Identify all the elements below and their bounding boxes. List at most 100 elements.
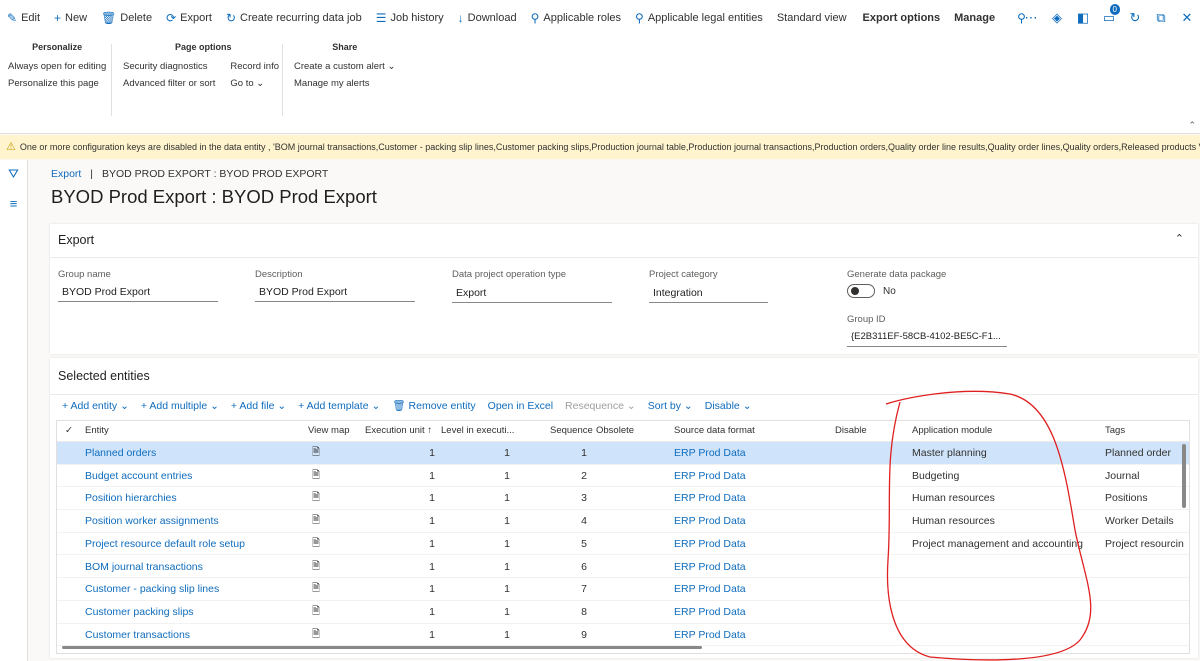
- source-format-link[interactable]: ERP Prod Data: [674, 487, 824, 509]
- open-in-excel-button[interactable]: Open in Excel: [488, 400, 553, 412]
- description-field[interactable]: BYOD Prod Export: [255, 284, 415, 302]
- source-format-link[interactable]: ERP Prod Data: [674, 578, 824, 600]
- remove-entity-button[interactable]: 🗑 Remove entity: [392, 399, 475, 412]
- table-row[interactable]: Customer packing slips 1 1 8 ERP Prod Data 🗎: [57, 601, 1189, 624]
- add-file-button[interactable]: + Add file ⌄: [231, 400, 286, 412]
- view-map-icon[interactable]: 🗎: [310, 533, 322, 555]
- table-row[interactable]: Position worker assignments 1 1 4 ERP Prod D…: [57, 510, 1189, 533]
- new-button[interactable]: + New: [47, 4, 94, 32]
- source-format-link[interactable]: ERP Prod Data: [674, 624, 824, 646]
- entity-cell[interactable]: Project resource default role setup: [85, 533, 305, 555]
- col-header-level[interactable]: Level in executi...: [441, 421, 514, 441]
- view-map-icon[interactable]: 🗎: [310, 624, 322, 646]
- applicable-legal-entities-button[interactable]: ⚲ Applicable legal entities: [628, 4, 770, 32]
- job-history-button[interactable]: ☰ Job history: [369, 4, 451, 32]
- entity-cell[interactable]: Customer transactions: [85, 624, 305, 646]
- group-id-field[interactable]: {E2B311EF-58CB-4102-BE5C-F1...: [847, 329, 1007, 347]
- filter-icon[interactable]: ⛛: [0, 166, 27, 190]
- table-row[interactable]: BOM journal transactions 1 1 6 ERP Prod Data…: [57, 556, 1189, 579]
- manage-alerts-button[interactable]: Manage my alerts: [294, 75, 395, 92]
- table-row[interactable]: Planned orders 1 1 1 ERP Prod Data Master pla…: [57, 442, 1189, 465]
- sort-by-button[interactable]: Sort by ⌄: [648, 400, 693, 412]
- col-header-application-module[interactable]: Application module: [912, 421, 992, 441]
- project-category-field[interactable]: Integration: [649, 285, 768, 303]
- view-map-icon[interactable]: 🗎: [310, 510, 322, 532]
- advanced-filter-button[interactable]: Advanced filter or sort: [123, 75, 215, 92]
- delete-button[interactable]: 🗑 Delete: [94, 4, 159, 32]
- add-template-button[interactable]: + Add template ⌄: [298, 400, 380, 412]
- view-map-icon[interactable]: 🗎: [310, 442, 322, 464]
- col-header-obsolete[interactable]: Obsolete: [596, 421, 634, 441]
- selected-entities-header[interactable]: Selected entities: [50, 358, 1198, 394]
- export-fasttab-header[interactable]: Export: [50, 224, 1198, 257]
- office-icon[interactable]: ◧: [1070, 10, 1096, 26]
- view-map-icon[interactable]: 🗎: [310, 578, 322, 600]
- generate-package-toggle[interactable]: [847, 284, 875, 298]
- record-info-button[interactable]: Record info: [230, 58, 279, 75]
- view-map-icon[interactable]: 🗎: [310, 465, 322, 487]
- edit-button[interactable]: ✎ Edit: [0, 4, 47, 32]
- table-row[interactable]: Position hierarchies 1 1 3 ERP Prod Data Huma…: [57, 487, 1189, 511]
- table-row[interactable]: Project resource default role setup 1 1 5 ER…: [57, 533, 1189, 556]
- source-format-link[interactable]: ERP Prod Data: [674, 465, 824, 487]
- export-icon: ⟳: [166, 11, 177, 25]
- col-header-entity[interactable]: Entity: [85, 421, 109, 441]
- view-map-icon[interactable]: 🗎: [310, 487, 322, 509]
- col-header-execution-unit[interactable]: Execution unit ↑: [365, 421, 432, 441]
- collapse-ribbon-icon[interactable]: ⌃: [1188, 120, 1196, 131]
- vertical-scrollbar[interactable]: [1182, 444, 1186, 508]
- export-button[interactable]: ⟳ Export: [159, 4, 219, 32]
- entity-cell[interactable]: Budget account entries: [85, 465, 305, 487]
- tab-export-options[interactable]: Export options: [856, 4, 948, 32]
- col-header-tags[interactable]: Tags: [1105, 421, 1125, 441]
- source-format-link[interactable]: ERP Prod Data: [674, 556, 824, 578]
- source-format-link[interactable]: ERP Prod Data: [674, 510, 824, 532]
- breadcrumb-link-export[interactable]: Export: [51, 168, 81, 180]
- col-header-view-map[interactable]: View map: [308, 421, 350, 441]
- table-row[interactable]: Budget account entries 1 1 2 ERP Prod Data Bu…: [57, 465, 1189, 488]
- list-icon[interactable]: ≡: [0, 196, 27, 220]
- power-apps-icon[interactable]: ◈: [1044, 10, 1070, 26]
- source-format-link[interactable]: ERP Prod Data: [674, 442, 824, 464]
- table-row[interactable]: Customer - packing slip lines 1 1 7 ERP Prod…: [57, 578, 1189, 601]
- refresh-icon[interactable]: ↻: [1122, 10, 1148, 26]
- personalize-page-button[interactable]: Personalize this page: [8, 75, 106, 92]
- select-all-checkmark-icon[interactable]: ✓: [65, 421, 73, 441]
- table-row[interactable]: Customer transactions 1 1 9 ERP Prod Data 🗎: [57, 624, 1189, 647]
- always-open-for-editing-button[interactable]: Always open for editing: [8, 58, 106, 75]
- col-header-sequence[interactable]: Sequence: [550, 421, 593, 441]
- attachments-icon[interactable]: ▭ 0: [1096, 4, 1122, 26]
- standard-view-button[interactable]: Standard view: [770, 4, 854, 32]
- col-header-source-format[interactable]: Source data format: [674, 421, 755, 441]
- download-button[interactable]: ↓ Download: [451, 4, 524, 32]
- more-icon[interactable]: ⋯: [1018, 10, 1044, 26]
- entity-cell[interactable]: Position hierarchies: [85, 487, 305, 509]
- close-icon[interactable]: ✕: [1174, 10, 1200, 26]
- source-format-link[interactable]: ERP Prod Data: [674, 533, 824, 555]
- group-name-field[interactable]: BYOD Prod Export: [58, 284, 218, 302]
- applicable-roles-button[interactable]: ⚲ Applicable roles: [524, 4, 628, 32]
- page-title: BYOD Prod Export : BYOD Prod Export: [51, 186, 377, 207]
- entity-cell[interactable]: Planned orders: [85, 442, 305, 464]
- add-multiple-button[interactable]: + Add multiple ⌄: [141, 400, 219, 412]
- entity-cell[interactable]: Position worker assignments: [85, 510, 305, 532]
- open-new-window-icon[interactable]: ⧉: [1148, 10, 1174, 26]
- chevron-up-icon[interactable]: ⌃: [1175, 232, 1184, 245]
- disable-button[interactable]: Disable ⌄: [705, 400, 752, 412]
- horizontal-scrollbar[interactable]: [62, 646, 702, 649]
- view-map-icon[interactable]: 🗎: [310, 601, 322, 623]
- col-header-disable[interactable]: Disable: [835, 421, 867, 441]
- entity-cell[interactable]: Customer - packing slip lines: [85, 578, 305, 600]
- operation-type-field[interactable]: Export: [452, 285, 612, 303]
- tab-manage[interactable]: Manage: [947, 4, 1002, 32]
- view-map-icon[interactable]: 🗎: [310, 556, 322, 578]
- source-format-link[interactable]: ERP Prod Data: [674, 601, 824, 623]
- create-recurring-job-button[interactable]: ↻ Create recurring data job: [219, 4, 369, 32]
- resequence-button[interactable]: Resequence ⌄: [565, 400, 636, 412]
- security-diagnostics-button[interactable]: Security diagnostics: [123, 58, 215, 75]
- create-custom-alert-button[interactable]: Create a custom alert ⌄: [294, 58, 395, 75]
- add-entity-button[interactable]: + Add entity ⌄: [62, 400, 129, 412]
- go-to-button[interactable]: Go to ⌄: [230, 75, 279, 92]
- entity-cell[interactable]: Customer packing slips: [85, 601, 305, 623]
- entity-cell[interactable]: BOM journal transactions: [85, 556, 305, 578]
